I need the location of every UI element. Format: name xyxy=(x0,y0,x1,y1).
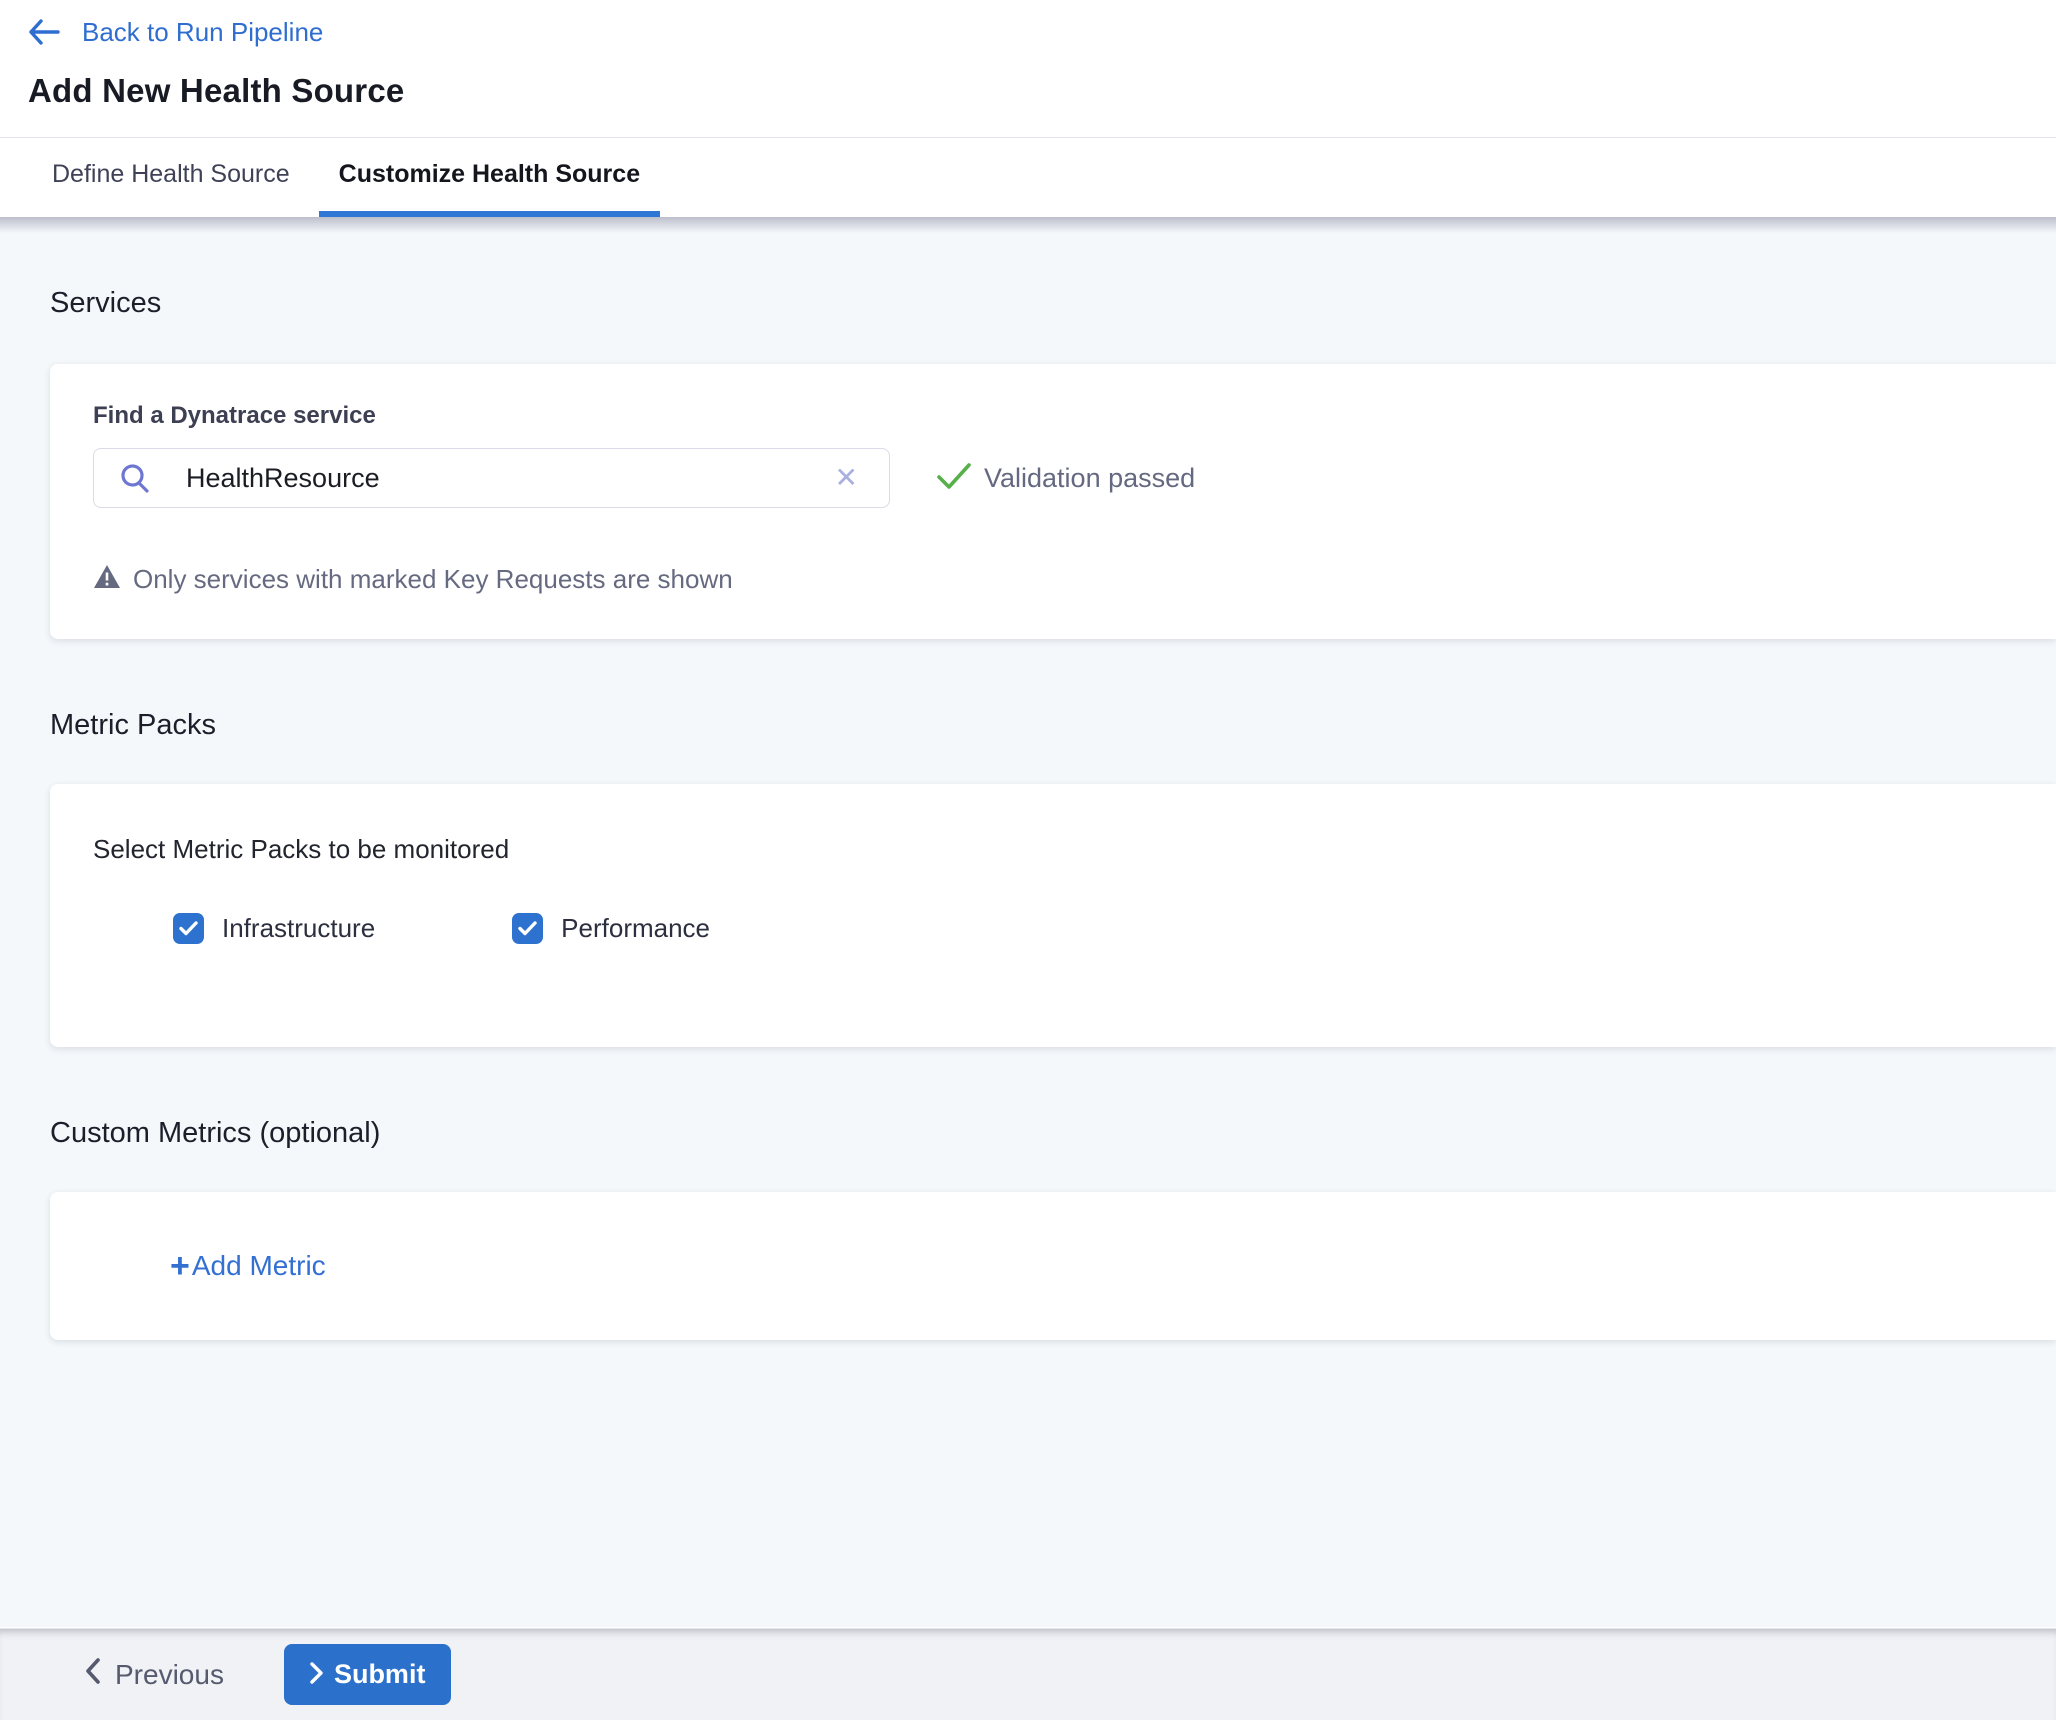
checkbox-label: Infrastructure xyxy=(222,913,375,944)
previous-button[interactable]: Previous xyxy=(85,1658,224,1691)
checkbox-performance[interactable]: Performance xyxy=(512,913,710,944)
services-card: Find a Dynatrace service ✕ Val xyxy=(50,364,2056,639)
select-metric-packs-label: Select Metric Packs to be monitored xyxy=(93,834,2056,865)
add-metric-label: Add Metric xyxy=(192,1250,326,1282)
back-link-label: Back to Run Pipeline xyxy=(82,17,323,48)
services-heading: Services xyxy=(0,217,2056,320)
warning-triangle-icon xyxy=(93,564,121,595)
previous-label: Previous xyxy=(115,1659,224,1691)
custom-metrics-heading: Custom Metrics (optional) xyxy=(0,1117,2056,1150)
back-to-run-pipeline-link[interactable]: Back to Run Pipeline xyxy=(28,14,2056,50)
service-search-input[interactable] xyxy=(93,448,890,508)
submit-button[interactable]: Submit xyxy=(284,1644,452,1705)
checkbox-infrastructure[interactable]: Infrastructure xyxy=(173,913,375,944)
checkbox-checked-icon[interactable] xyxy=(512,913,543,944)
find-service-label: Find a Dynatrace service xyxy=(93,402,2056,430)
search-icon xyxy=(119,462,151,494)
submit-label: Submit xyxy=(334,1659,426,1690)
key-requests-warning: Only services with marked Key Requests a… xyxy=(93,564,2056,595)
validation-status: Validation passed xyxy=(936,461,1195,496)
tab-define-health-source[interactable]: Define Health Source xyxy=(32,138,310,217)
checkbox-label: Performance xyxy=(561,913,710,944)
page-title: Add New Health Source xyxy=(28,72,2056,110)
wizard-footer: Previous Submit xyxy=(0,1628,2056,1720)
metric-packs-heading: Metric Packs xyxy=(0,709,2056,742)
service-search-field: ✕ xyxy=(93,448,890,508)
tab-customize-health-source[interactable]: Customize Health Source xyxy=(319,138,660,217)
clear-search-icon[interactable]: ✕ xyxy=(835,464,858,492)
checkbox-checked-icon[interactable] xyxy=(173,913,204,944)
plus-icon: + xyxy=(170,1249,190,1283)
metric-packs-options: Infrastructure Performance xyxy=(173,913,2056,944)
health-source-tabbar: Define Health Source Customize Health So… xyxy=(0,138,2056,217)
metric-packs-card: Select Metric Packs to be monitored Infr… xyxy=(50,784,2056,1047)
chevron-left-icon xyxy=(85,1658,101,1691)
add-metric-button[interactable]: + Add Metric xyxy=(170,1249,326,1283)
arrow-left-icon xyxy=(28,19,60,45)
custom-metrics-card: + Add Metric xyxy=(50,1192,2056,1340)
check-icon xyxy=(936,461,972,496)
customize-health-source-panel: Services Find a Dynatrace service ✕ xyxy=(0,217,2056,1627)
page-header: Back to Run Pipeline Add New Health Sour… xyxy=(0,0,2056,138)
validation-text: Validation passed xyxy=(984,463,1195,494)
chevron-right-icon xyxy=(310,1662,324,1687)
warning-text: Only services with marked Key Requests a… xyxy=(133,564,733,595)
